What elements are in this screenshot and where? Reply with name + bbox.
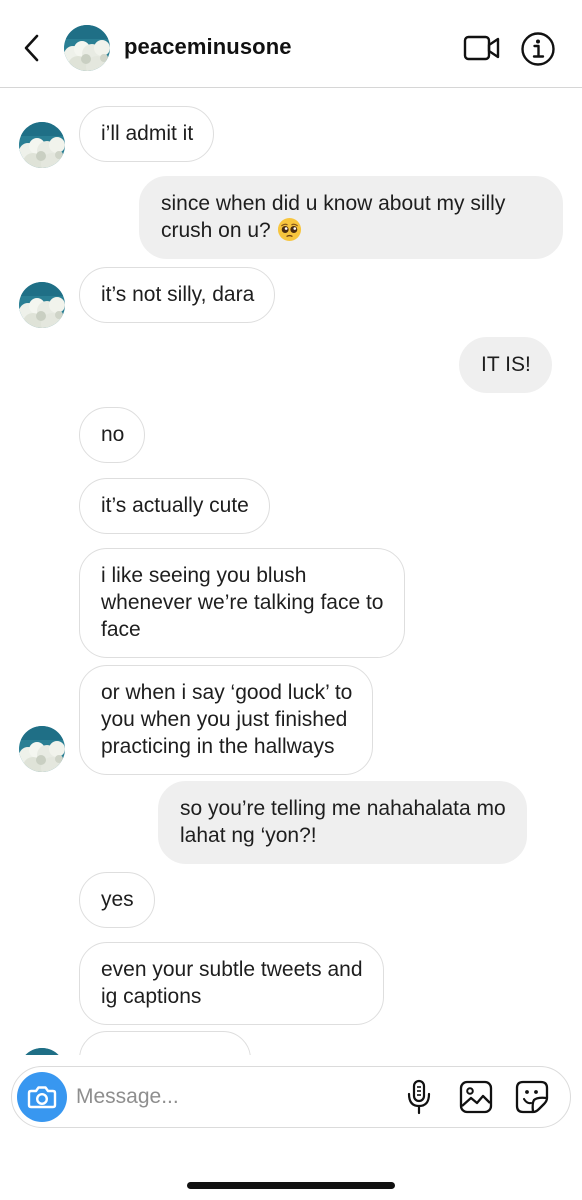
back-button[interactable]	[18, 30, 46, 66]
sender-avatar[interactable]	[19, 1048, 65, 1055]
message-line: or when i say ‘good luck’ to	[101, 681, 353, 704]
message-text: no	[101, 423, 125, 446]
sticker-button[interactable]	[515, 1080, 549, 1114]
pleading-face-emoji	[277, 217, 301, 242]
message-composer	[11, 1066, 571, 1128]
video-call-icon	[463, 35, 500, 61]
message-thread[interactable]: i’ll admit it since when did u know abou…	[0, 89, 582, 1055]
message-bubble-outgoing[interactable]: since when did u know about my silly cru…	[139, 176, 563, 259]
sticker-icon	[515, 1080, 549, 1114]
message-line: face	[101, 618, 141, 641]
message-bubble-incoming[interactable]: even your subtle tweets and ig captions	[79, 942, 384, 1025]
sender-avatar[interactable]	[19, 726, 65, 772]
message-bubble-incoming[interactable]: i’ll admit it	[79, 106, 215, 162]
message-bubble-incoming[interactable]: or when i say ‘good luck’ to you when yo…	[79, 665, 374, 775]
message-line: ig captions	[101, 985, 202, 1008]
chat-username[interactable]: peaceminusone	[124, 34, 292, 60]
message-text: it’s not silly, dara	[101, 283, 255, 306]
video-call-button[interactable]	[463, 33, 501, 63]
message-bubble-incoming[interactable]	[79, 1031, 251, 1055]
message-bubble-incoming[interactable]: i like seeing you blush whenever we’re t…	[79, 548, 405, 658]
camera-icon	[27, 1086, 57, 1109]
message-bubble-outgoing[interactable]: so you’re telling me nahahalata mo lahat…	[158, 781, 527, 864]
chat-header: peaceminusone	[0, 0, 582, 88]
header-avatar[interactable]	[64, 25, 110, 71]
message-line: you when you just finished	[101, 708, 348, 731]
message-bubble-incoming[interactable]: it’s actually cute	[79, 478, 270, 534]
gallery-icon	[459, 1080, 493, 1114]
message-input[interactable]	[76, 1079, 386, 1115]
message-bubble-incoming[interactable]: it’s not silly, dara	[79, 267, 276, 323]
info-icon	[521, 32, 555, 66]
message-line: crush on u?	[161, 219, 277, 242]
message-line: practicing in the hallways	[101, 735, 335, 758]
message-line: i like seeing you blush	[101, 564, 307, 587]
message-text: i’ll admit it	[101, 122, 194, 145]
sender-avatar[interactable]	[19, 122, 65, 168]
home-indicator[interactable]	[187, 1182, 395, 1189]
message-text: IT IS!	[481, 353, 531, 376]
message-bubble-outgoing[interactable]: IT IS!	[459, 337, 552, 393]
gallery-button[interactable]	[459, 1080, 493, 1114]
message-bubble-incoming[interactable]: yes	[79, 872, 155, 928]
message-line: even your subtle tweets and	[101, 958, 363, 981]
microphone-icon	[407, 1079, 431, 1115]
message-line: lahat ng ‘yon?!	[180, 824, 317, 847]
message-line: so you’re telling me nahahalata mo	[180, 797, 506, 820]
message-line: since when did u know about my silly	[161, 192, 506, 215]
message-text: it’s actually cute	[101, 494, 249, 517]
message-line: whenever we’re talking face to	[101, 591, 384, 614]
dm-screen: peaceminusone i’ll admit it since when d…	[0, 0, 582, 1200]
message-bubble-incoming[interactable]: no	[79, 407, 146, 463]
camera-button[interactable]	[17, 1072, 67, 1122]
info-button[interactable]	[520, 31, 556, 67]
chevron-left-icon	[24, 34, 39, 62]
sender-avatar[interactable]	[19, 282, 65, 328]
message-text: yes	[101, 888, 134, 911]
voice-message-button[interactable]	[406, 1079, 432, 1115]
